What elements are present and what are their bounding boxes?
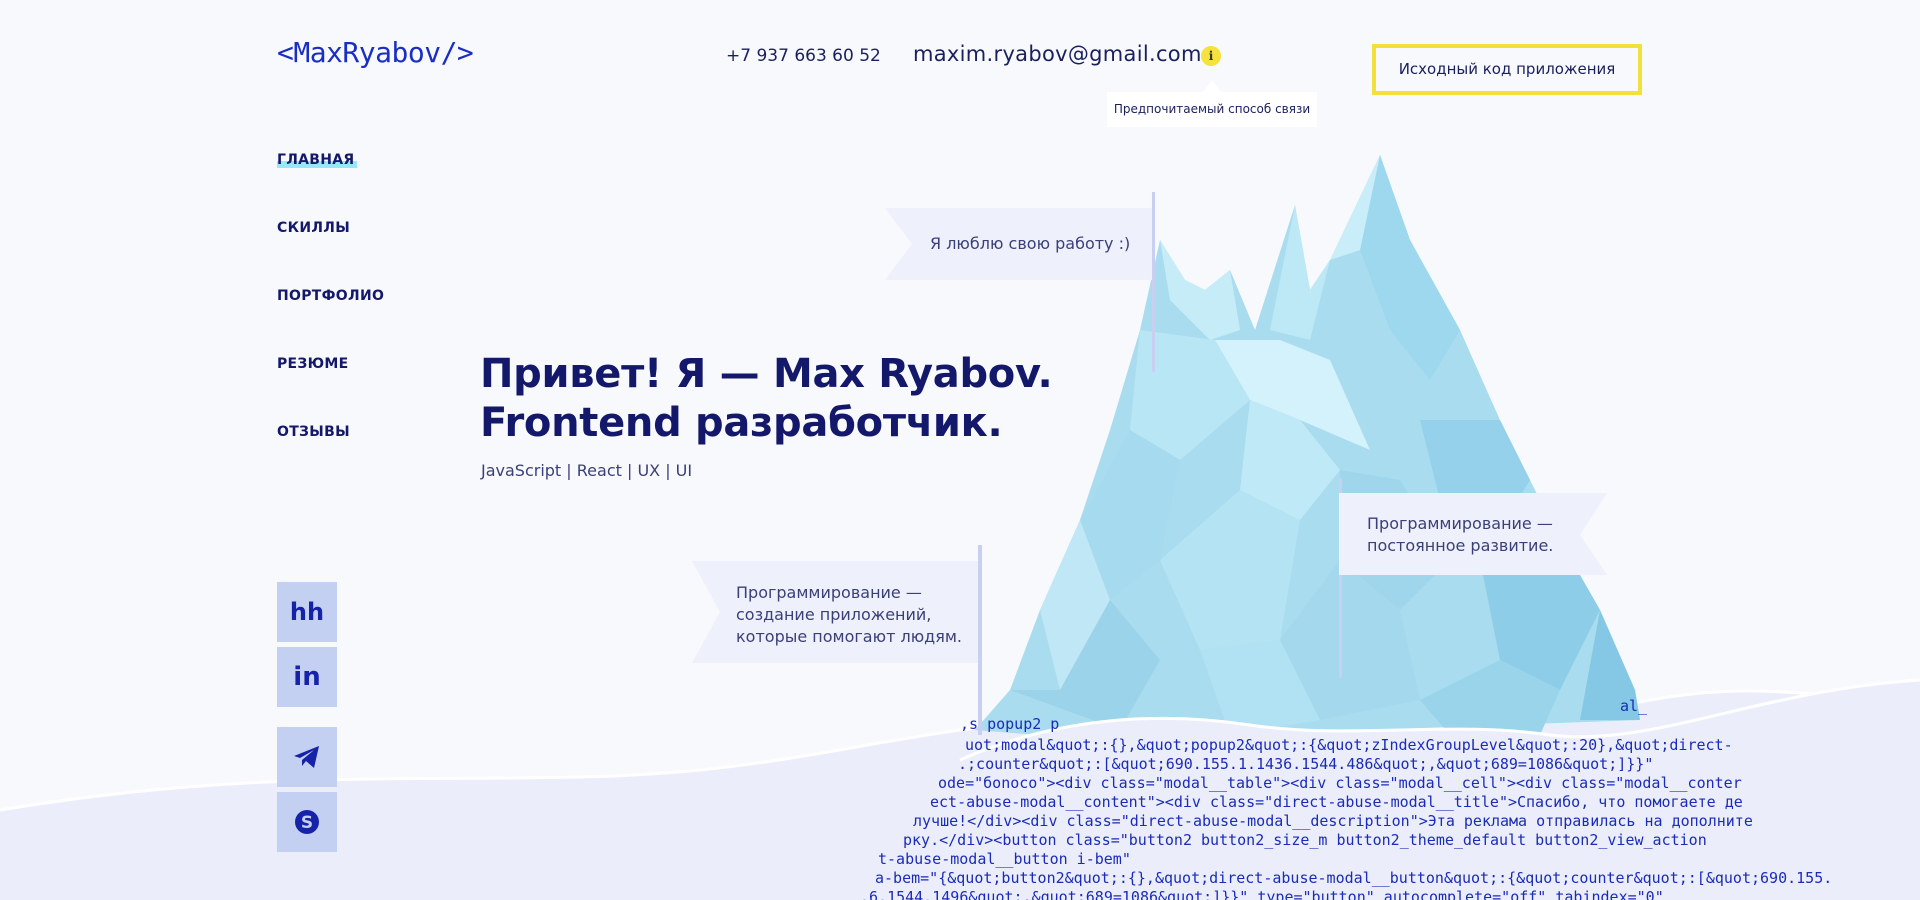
linkedin-icon: in — [293, 662, 321, 692]
source-code-button[interactable]: Исходный код приложения — [1372, 44, 1642, 95]
tooltip-arrow — [1203, 80, 1221, 92]
flag-1-text: Я люблю свою работу :) — [930, 234, 1131, 253]
nav-item-home[interactable]: ГЛАВНАЯ — [277, 152, 355, 168]
nav-item-reviews[interactable]: ОТЗЫВЫ — [277, 424, 350, 440]
flag-2-text: Программирование — постоянное развитие. — [1367, 513, 1553, 557]
hh-icon: hh — [289, 598, 325, 626]
flag-2-line: постоянное развитие. — [1367, 536, 1554, 555]
linkedin-link-button[interactable]: in — [277, 647, 337, 707]
telegram-icon — [294, 746, 319, 768]
info-icon[interactable]: i — [1201, 46, 1221, 66]
nav-item-skills[interactable]: СКИЛЛЫ — [277, 220, 350, 236]
hero-title-line1: Привет! Я — Max Ryabov. — [480, 351, 1053, 397]
email-address[interactable]: maxim.ryabov@gmail.com — [913, 42, 1202, 66]
logo[interactable]: <MaxRyabov/> — [277, 36, 474, 69]
hero-title-line2: Frontend разработчик. — [480, 400, 1003, 446]
flag-3-line: создание приложений, — [736, 605, 932, 624]
flag-pole — [978, 545, 982, 735]
skype-icon: S — [295, 810, 319, 834]
flag-3-line: которые помогают людям. — [736, 627, 963, 646]
telegram-link-button[interactable] — [277, 727, 337, 787]
hero-title: Привет! Я — Max Ryabov. Frontend разрабо… — [480, 350, 1053, 448]
flag-pole — [1152, 192, 1155, 372]
nav-item-portfolio[interactable]: ПОРТФОЛИО — [277, 288, 384, 304]
flag-3-text: Программирование — создание приложений, … — [736, 582, 962, 648]
flag-2-line: Программирование — — [1367, 514, 1553, 533]
hh-link-button[interactable]: hh — [277, 582, 337, 642]
skype-link-button[interactable]: S — [277, 792, 337, 852]
phone-number[interactable]: +7 937 663 60 52 — [726, 46, 881, 66]
nav-item-resume[interactable]: РЕЗЮМЕ — [277, 356, 349, 372]
contact-tooltip: Предпочитаемый способ связи — [1107, 92, 1317, 127]
flag-3-line: Программирование — — [736, 583, 922, 602]
hero-subtitle: JavaScript | React | UX | UI — [481, 461, 693, 480]
svg-text:S: S — [301, 813, 313, 833]
